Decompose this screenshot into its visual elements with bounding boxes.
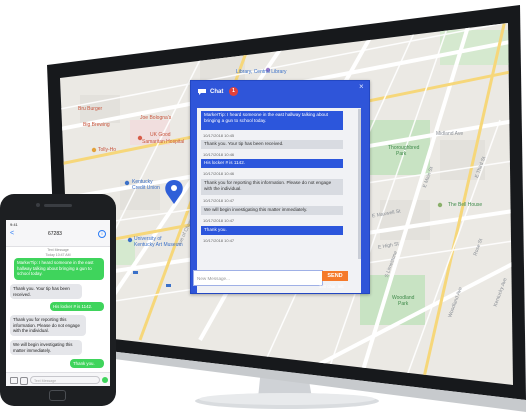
phone-camera [36, 203, 40, 207]
bus-icon [133, 271, 138, 274]
chat-timestamp: 10/17/2018 10:47 [203, 218, 235, 223]
map-label-library: Library, Central Library [236, 69, 287, 75]
bank-icon [124, 180, 130, 186]
map-label-thoroughbred-park: Park [396, 151, 407, 157]
map-label-samaritan-hospital: Samaritan Hospital [142, 139, 185, 145]
chat-message: Thank you. [201, 226, 343, 235]
chat-message-area[interactable]: MarkerTip: I heard someone in the east h… [197, 108, 361, 293]
send-button[interactable]: SEND [322, 271, 348, 281]
map-label-big-brewing: Big Brewing [83, 122, 110, 128]
chat-timestamp: 10/17/2018 10:46 [203, 171, 235, 176]
park-icon [437, 202, 443, 208]
contact-name: 67283 [48, 231, 62, 237]
camera-icon[interactable] [10, 377, 18, 384]
chat-message: Thank you. Your tip has been received. [201, 140, 343, 149]
chat-message: Thank you for reporting this information… [201, 179, 343, 195]
chat-timestamp: 10/17/2018 10:45 [203, 133, 235, 138]
map-label-joe-bologna: Joe Bologna's [140, 115, 172, 121]
microphone-icon[interactable] [102, 377, 108, 383]
map-label-bell-house: The Bell House [448, 202, 483, 208]
poi-icon [91, 147, 97, 153]
chat-bubble-icon [198, 89, 206, 95]
app-store-icon[interactable] [20, 377, 28, 385]
chat-timestamp: 10/17/2018 10:47 [203, 238, 235, 243]
chat-scrollbar[interactable] [358, 109, 361, 259]
map-label-credit-union: Credit Union [132, 185, 160, 191]
home-button[interactable] [49, 390, 66, 401]
chat-window: Chat 1 × MarkerTip: I heard someone in t… [190, 80, 370, 294]
back-chevron-icon[interactable]: < [10, 230, 14, 237]
map-label-uk-good: UK Good [150, 132, 171, 138]
chat-message: His locker # is 1142. [201, 159, 343, 168]
map-label-art-museum: Kentucky Art Museum [134, 242, 183, 248]
phone-message: Thank you. [70, 359, 104, 368]
chat-timestamp: 10/17/2018 10:46 [203, 152, 235, 157]
phone-message: We will begin investigating this matter … [10, 340, 82, 355]
phone-screen: 9:41 < 67283 i Text Message Today 10:47 … [6, 220, 110, 386]
chat-timestamp: 10/17/2018 10:47 [203, 198, 235, 203]
phone-message: His locker # is 1142. [50, 302, 104, 311]
map-label-tolly-ho: Tolly-Ho [98, 147, 117, 153]
phone-message: MarkerTip: I heard someone in the east h… [14, 258, 104, 280]
compose-bar: Text Message [6, 372, 110, 386]
map-label-woodland-park: Park [398, 301, 409, 307]
phone-message-input[interactable]: Text Message [30, 376, 100, 384]
chat-message: We will begin investigating this matter … [201, 206, 343, 215]
info-icon[interactable]: i [98, 230, 106, 238]
char-counter: 160 char. left [319, 284, 344, 289]
status-time: 9:41 [10, 222, 18, 227]
thread-date: Today 10:47 AM [45, 253, 71, 257]
thread-subtitle: Text Message [47, 248, 69, 252]
bus-icon-2 [166, 284, 171, 287]
phone-speaker [44, 204, 72, 207]
chat-close-button[interactable]: × [359, 82, 364, 91]
phone: 9:41 < 67283 i Text Message Today 10:47 … [0, 194, 116, 406]
chat-message: MarkerTip: I heard someone in the east h… [201, 111, 343, 130]
map-label-bru-burger: Bru Burger [78, 106, 103, 112]
museum-icon [127, 237, 133, 243]
chat-header: Chat 1 × [191, 81, 369, 97]
map-label-midland-ave: Midland Ave [436, 131, 464, 137]
phone-message: Thank you. Your tip has been received. [10, 284, 82, 299]
phone-message: Thank you for reporting this information… [10, 315, 86, 336]
chat-title: Chat [210, 89, 224, 95]
chat-notification-badge: 1 [229, 87, 238, 96]
messages-header: 9:41 < 67283 i [6, 220, 110, 247]
chat-message-input[interactable]: New Message... [193, 270, 323, 286]
